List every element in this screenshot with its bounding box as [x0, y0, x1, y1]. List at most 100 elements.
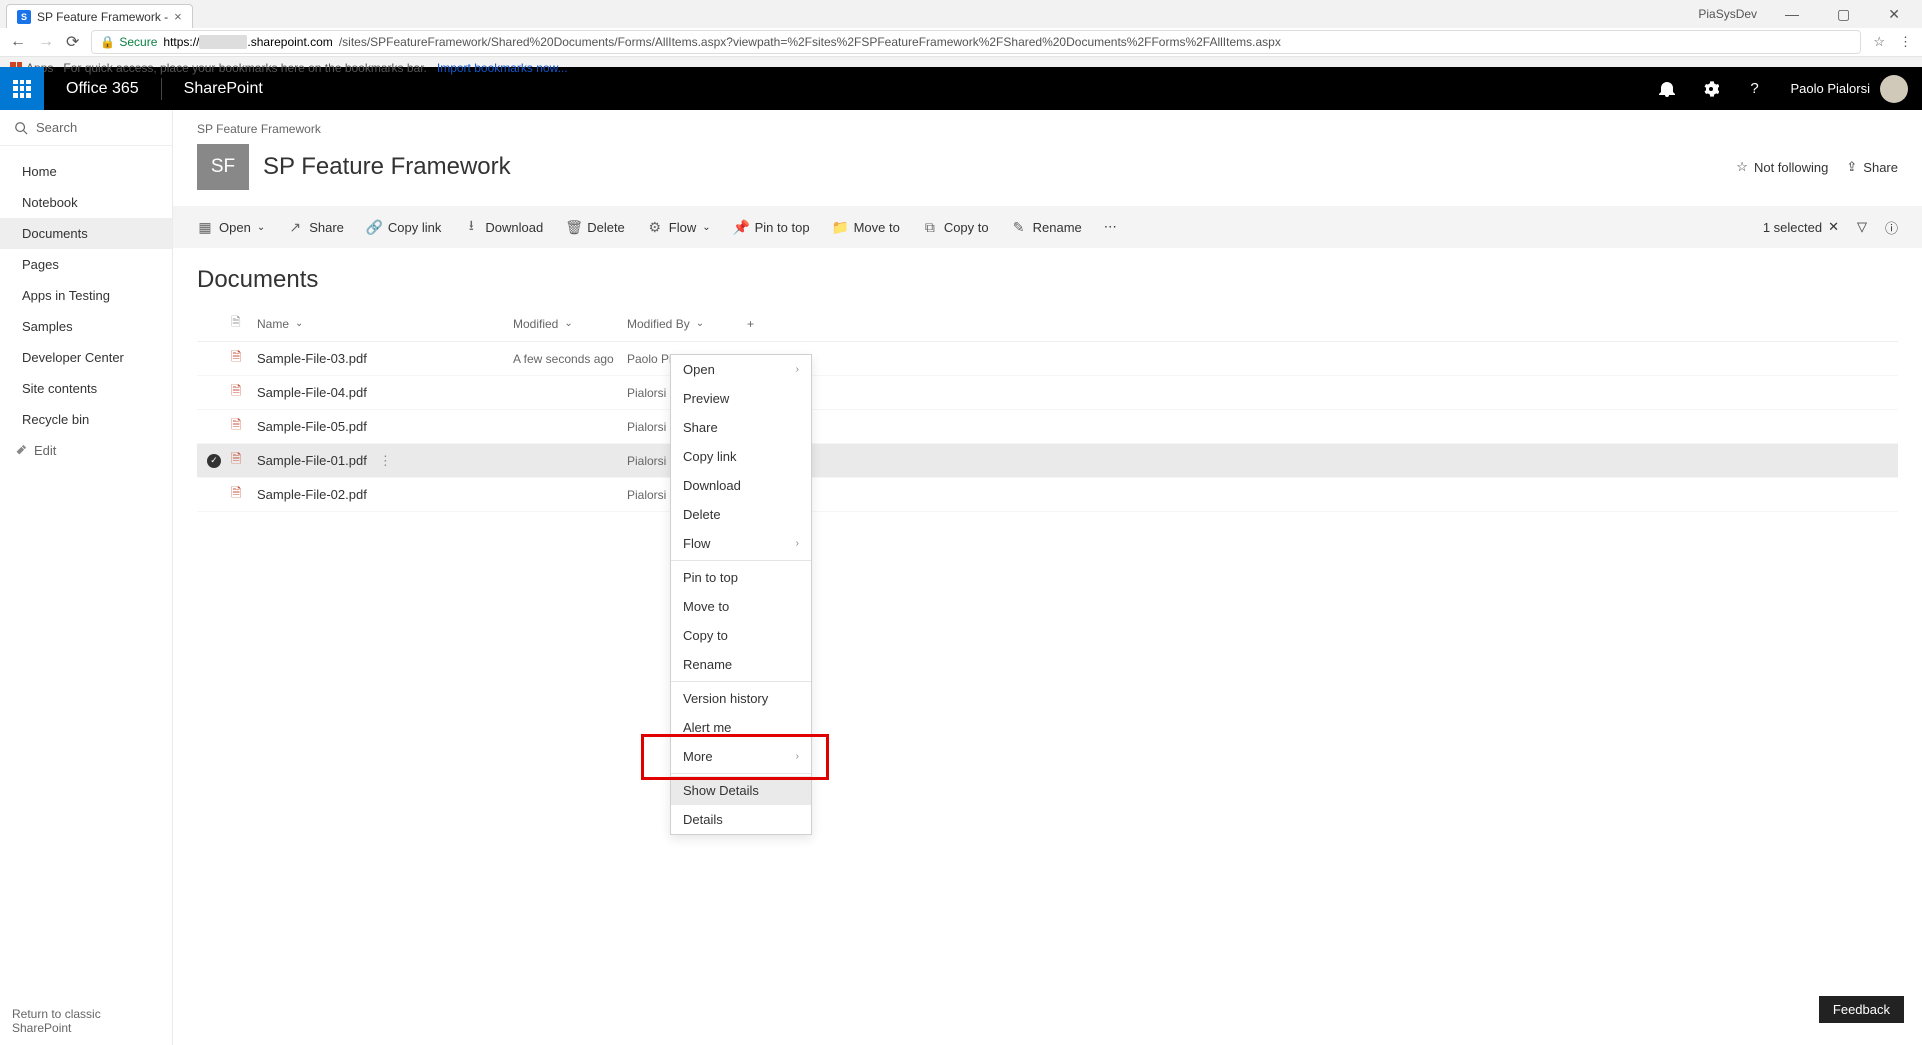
window-close-icon[interactable]: ✕	[1878, 6, 1910, 23]
flow-button[interactable]: ⚙Flow ⌄	[647, 219, 711, 236]
download-button[interactable]: ⭳Download	[463, 215, 543, 239]
feedback-button[interactable]: Feedback	[1819, 996, 1904, 1023]
more-commands[interactable]: ⋯	[1104, 219, 1117, 235]
not-following-button[interactable]: ☆ Not following	[1736, 159, 1828, 175]
file-name[interactable]: Sample-File-03.pdf	[257, 351, 367, 366]
file-name[interactable]: Sample-File-04.pdf	[257, 385, 367, 400]
copy-link-button[interactable]: 🔗Copy link	[366, 219, 441, 236]
ctx-open[interactable]: Open›	[671, 355, 811, 384]
search-input[interactable]: Search	[0, 110, 172, 146]
tab-close-icon[interactable]: ×	[174, 9, 182, 24]
delete-button[interactable]: 🗑Delete	[565, 219, 625, 236]
return-classic-link[interactable]: Return to classic SharePoint	[0, 997, 172, 1045]
tab-title: SP Feature Framework -	[37, 10, 168, 24]
ctx-share[interactable]: Share	[671, 413, 811, 442]
sharepoint-favicon: S	[17, 10, 31, 24]
import-bookmarks-link[interactable]: Import bookmarks now...	[437, 61, 568, 75]
info-button[interactable]: ⓘ	[1885, 218, 1898, 237]
chevron-down-icon: ⌄	[257, 222, 265, 233]
table-row[interactable]: ✓ 🗎 Sample-File-01.pdf⋮ Pialorsi	[197, 444, 1898, 478]
table-row[interactable]: 🗎 Sample-File-03.pdf⋮ A few seconds ago …	[197, 342, 1898, 376]
flow-icon: ⚙	[647, 219, 663, 236]
ctx-move[interactable]: Move to	[671, 592, 811, 621]
check-icon[interactable]: ✓	[207, 454, 221, 468]
file-name[interactable]: Sample-File-02.pdf	[257, 487, 367, 502]
sidebar-edit[interactable]: Edit	[0, 435, 172, 466]
ctx-more[interactable]: More›	[671, 742, 811, 771]
url-path: /sites/SPFeatureFramework/Shared%20Docum…	[339, 35, 1281, 49]
file-name[interactable]: Sample-File-05.pdf	[257, 419, 367, 434]
sharepoint-brand[interactable]: SharePoint	[162, 80, 285, 98]
ctx-copy[interactable]: Copy to	[671, 621, 811, 650]
column-name[interactable]: Name ⌄	[257, 317, 513, 331]
sidebar-item-recycle[interactable]: Recycle bin	[0, 404, 172, 435]
back-icon[interactable]: ←	[10, 33, 26, 51]
ctx-flow[interactable]: Flow›	[671, 529, 811, 558]
lock-icon: 🔒	[100, 35, 115, 49]
copy-button[interactable]: ⧉Copy to	[922, 219, 989, 236]
sidebar-item-dev-center[interactable]: Developer Center	[0, 342, 172, 373]
secure-badge: 🔒 Secure	[100, 35, 157, 49]
rename-button[interactable]: ✎Rename	[1011, 219, 1082, 236]
ctx-rename[interactable]: Rename	[671, 650, 811, 679]
share-site-button[interactable]: ⇪ Share	[1846, 159, 1898, 175]
waffle-icon	[13, 80, 31, 98]
reload-icon[interactable]: ⟳	[66, 32, 79, 52]
row-more-icon[interactable]: ⋮	[373, 453, 398, 469]
forward-icon[interactable]: →	[38, 33, 54, 51]
ctx-copy-link[interactable]: Copy link	[671, 442, 811, 471]
user-menu[interactable]: Paolo Pialorsi	[1777, 67, 1922, 110]
sidebar-item-apps[interactable]: Apps in Testing	[0, 280, 172, 311]
pdf-icon: 🗎	[231, 348, 257, 370]
ctx-show-details[interactable]: Show Details	[671, 776, 811, 805]
table-row[interactable]: 🗎 Sample-File-02.pdf⋮ Pialorsi	[197, 478, 1898, 512]
column-modified[interactable]: Modified ⌄	[513, 317, 627, 331]
pin-button[interactable]: 📌Pin to top	[733, 219, 810, 236]
move-icon: 📁	[832, 219, 848, 236]
ctx-alert[interactable]: Alert me	[671, 713, 811, 742]
sidebar-item-home[interactable]: Home	[0, 156, 172, 187]
share-button[interactable]: ↗Share	[287, 219, 344, 236]
table-row[interactable]: 🗎 Sample-File-05.pdf⋮ Pialorsi	[197, 410, 1898, 444]
filter-button[interactable]: ▽	[1857, 219, 1867, 235]
clear-selection-icon[interactable]: ✕	[1828, 219, 1839, 235]
sidebar-item-notebook[interactable]: Notebook	[0, 187, 172, 218]
settings-icon[interactable]	[1689, 67, 1733, 110]
ctx-delete[interactable]: Delete	[671, 500, 811, 529]
sidebar-item-site-contents[interactable]: Site contents	[0, 373, 172, 404]
breadcrumb[interactable]: SP Feature Framework	[173, 110, 1922, 136]
document-list: 🗎 Name ⌄ Modified ⌄ Modified By ⌄ + 🗎 Sa…	[173, 306, 1922, 512]
office-brand[interactable]: Office 365	[44, 80, 161, 98]
add-column[interactable]: +	[747, 317, 777, 331]
profile-label[interactable]: PiaSysDev	[1698, 7, 1757, 21]
move-button[interactable]: 📁Move to	[832, 219, 900, 236]
file-type-header-icon: 🗎	[231, 313, 257, 334]
browser-tab[interactable]: S SP Feature Framework - ×	[6, 4, 193, 28]
chevron-right-icon: ›	[796, 364, 799, 375]
file-name[interactable]: Sample-File-01.pdf	[257, 453, 367, 468]
help-icon[interactable]: ?	[1733, 67, 1777, 110]
site-header: SF SP Feature Framework ☆ Not following …	[173, 136, 1922, 206]
sidebar-item-pages[interactable]: Pages	[0, 249, 172, 280]
ctx-details[interactable]: Details	[671, 805, 811, 834]
pdf-icon: 🗎	[231, 450, 257, 472]
window-minimize-icon[interactable]: —	[1775, 6, 1809, 22]
chevron-right-icon: ›	[796, 751, 799, 762]
sidebar-item-samples[interactable]: Samples	[0, 311, 172, 342]
url-input[interactable]: 🔒 Secure https://.sharepoint.com /sites/…	[91, 30, 1861, 54]
app-launcher[interactable]	[0, 67, 44, 110]
star-icon[interactable]: ☆	[1873, 34, 1885, 50]
ctx-pin[interactable]: Pin to top	[671, 563, 811, 592]
selection-count[interactable]: 1 selected ✕	[1763, 219, 1839, 235]
ctx-download[interactable]: Download	[671, 471, 811, 500]
sidebar-item-documents[interactable]: Documents	[0, 218, 172, 249]
table-row[interactable]: 🗎 Sample-File-04.pdf⋮ Pialorsi	[197, 376, 1898, 410]
chevron-down-icon: ⌄	[564, 318, 572, 329]
window-maximize-icon[interactable]: ▢	[1827, 6, 1860, 23]
column-modified-by[interactable]: Modified By ⌄	[627, 317, 747, 331]
notifications-icon[interactable]	[1645, 67, 1689, 110]
open-button[interactable]: ▦Open ⌄	[197, 219, 265, 236]
browser-menu-icon[interactable]: ⋮	[1899, 34, 1912, 50]
ctx-preview[interactable]: Preview	[671, 384, 811, 413]
ctx-version[interactable]: Version history	[671, 684, 811, 713]
